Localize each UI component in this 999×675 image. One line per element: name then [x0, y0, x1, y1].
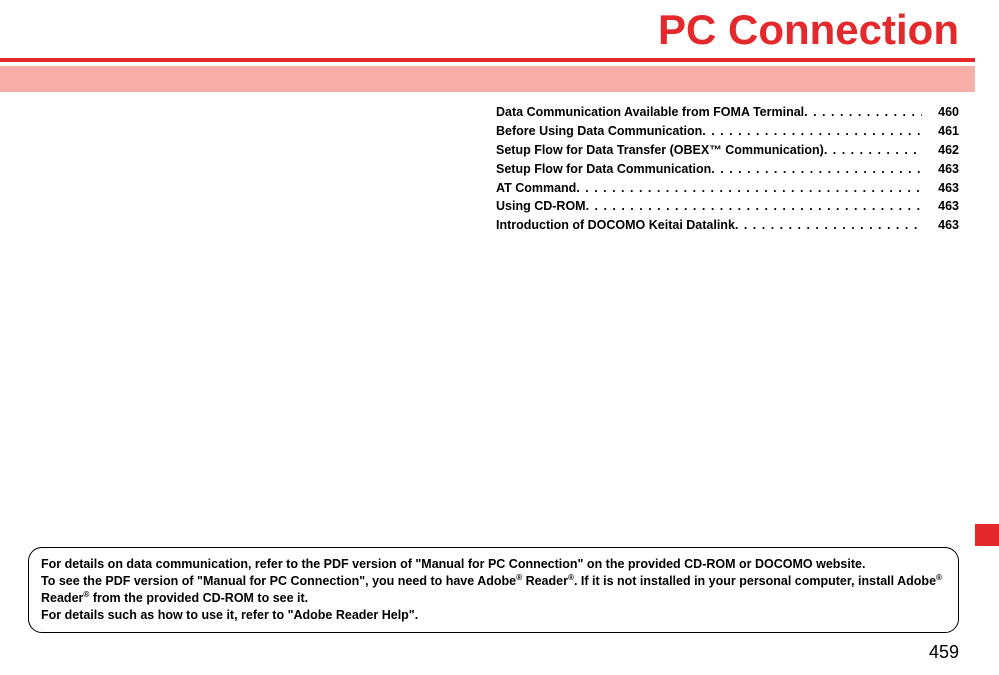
- toc-leader-dots: [586, 198, 923, 215]
- side-tab: [975, 524, 999, 546]
- toc-entry: Before Using Data Communication 461: [496, 123, 959, 140]
- chapter-title: PC Connection: [0, 0, 999, 58]
- toc-label: Introduction of DOCOMO Keitai Datalink: [496, 217, 735, 234]
- toc-entry: Using CD-ROM 463: [496, 198, 959, 215]
- note-line: To see the PDF version of "Manual for PC…: [41, 573, 946, 607]
- toc-entry: Setup Flow for Data Transfer (OBEX™ Comm…: [496, 142, 959, 159]
- toc-page: 462: [938, 142, 959, 159]
- band-pink: [0, 66, 975, 92]
- toc-leader-dots: [804, 104, 922, 121]
- table-of-contents: Data Communication Available from FOMA T…: [496, 104, 959, 234]
- toc-page: 460: [938, 104, 959, 121]
- toc-label: Data Communication Available from FOMA T…: [496, 104, 804, 121]
- toc-leader-dots: [824, 142, 922, 159]
- toc-leader-dots: [576, 180, 922, 197]
- toc-page: 463: [938, 180, 959, 197]
- note-text: . If it is not installed in your persona…: [574, 574, 936, 588]
- toc-label: AT Command: [496, 180, 576, 197]
- note-text: Reader: [41, 591, 83, 605]
- note-line: For details on data communication, refer…: [41, 556, 946, 573]
- toc-label: Setup Flow for Data Transfer (OBEX™ Comm…: [496, 142, 824, 159]
- toc-entry: Introduction of DOCOMO Keitai Datalink 4…: [496, 217, 959, 234]
- page-number: 459: [929, 642, 959, 663]
- note-text: from the provided CD-ROM to see it.: [89, 591, 308, 605]
- toc-page: 461: [938, 123, 959, 140]
- note-text: To see the PDF version of "Manual for PC…: [41, 574, 516, 588]
- toc-leader-dots: [711, 161, 922, 178]
- toc-entry: AT Command 463: [496, 180, 959, 197]
- toc-leader-dots: [735, 217, 922, 234]
- registered-mark: ®: [936, 573, 942, 582]
- toc-entry: Data Communication Available from FOMA T…: [496, 104, 959, 121]
- toc-page: 463: [938, 198, 959, 215]
- toc-label: Before Using Data Communication: [496, 123, 702, 140]
- toc-page: 463: [938, 217, 959, 234]
- toc-entry: Setup Flow for Data Communication 463: [496, 161, 959, 178]
- info-note-box: For details on data communication, refer…: [28, 547, 959, 633]
- toc-leader-dots: [702, 123, 922, 140]
- toc-label: Using CD-ROM: [496, 198, 586, 215]
- toc-page: 463: [938, 161, 959, 178]
- divider-red: [0, 58, 975, 62]
- note-line: For details such as how to use it, refer…: [41, 607, 946, 624]
- note-text: Reader: [522, 574, 568, 588]
- toc-label: Setup Flow for Data Communication: [496, 161, 711, 178]
